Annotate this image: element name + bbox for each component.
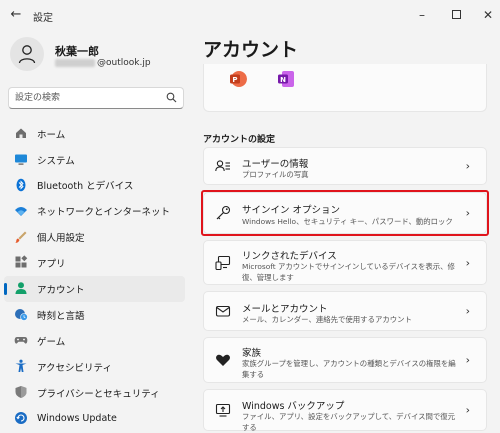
card-sign-in-options[interactable]: サインイン オプション Windows Hello、セキュリティ キー、パスワー… (203, 192, 487, 234)
sidebar-item-network[interactable]: ネットワークとインターネット (4, 199, 185, 224)
sidebar-item-label: ネットワークとインターネット (37, 207, 171, 219)
sidebar-item-label: ゲーム (37, 336, 66, 348)
monitor-icon (15, 154, 27, 165)
sidebar-item-accessibility[interactable]: アクセシビリティ (4, 354, 185, 379)
avatar[interactable] (10, 37, 44, 71)
sidebar-item-privacy[interactable]: プライバシーとセキュリティ (4, 380, 185, 405)
sidebar-item-label: アカウント (37, 285, 85, 297)
devices-icon (215, 255, 231, 270)
card-subtitle: Microsoft アカウントでサインインしているデバイスを表示、修復、管理しま… (242, 262, 455, 282)
sidebar-nav: ホーム システム Bluetooth とデバイス ネットワークとインターネット (4, 121, 185, 432)
card-subtitle: Windows Hello、セキュリティ キー、パスワード、動的ロック (242, 217, 453, 226)
minimize-icon[interactable]: – (412, 5, 432, 25)
user-name: 秋葉一郎 (55, 45, 99, 58)
heart-icon (216, 354, 230, 366)
sidebar-item-home[interactable]: ホーム (4, 121, 185, 146)
home-icon (16, 128, 26, 138)
sidebar-item-bluetooth[interactable]: Bluetooth とデバイス (4, 173, 185, 198)
card-title: 家族 (242, 348, 262, 359)
sidebar-item-label: アプリ (37, 259, 66, 271)
chevron-right-icon: › (465, 403, 470, 417)
card-your-info[interactable]: ユーザーの情報 プロファイルの写真 › (203, 147, 487, 185)
sidebar-item-apps[interactable]: アプリ (4, 250, 185, 275)
clock-globe-icon (15, 309, 28, 322)
sidebar-item-label: アクセシビリティ (37, 362, 112, 374)
card-subtitle: プロファイルの写真 (242, 170, 309, 179)
microsoft-apps-card: P N (203, 64, 487, 112)
card-subtitle: 家族グループを管理し、アカウントの種類とデバイスの権限を編集する (242, 359, 456, 379)
maximize-icon[interactable] (446, 5, 466, 25)
card-email-accounts[interactable]: メールとアカウント メール、カレンダー、連絡先で使用するアカウント › (203, 291, 487, 331)
close-icon[interactable]: ✕ (478, 5, 498, 25)
sidebar-item-label: Bluetooth とデバイス (37, 181, 134, 193)
sidebar-item-label: システム (37, 155, 75, 167)
sidebar-item-accounts[interactable]: アカウント (4, 276, 185, 302)
redacted-email-prefix (55, 59, 95, 67)
bluetooth-icon (16, 178, 26, 191)
person-card-icon (215, 160, 230, 172)
sidebar-item-system[interactable]: システム (4, 147, 185, 172)
search-input[interactable] (15, 91, 165, 105)
backup-icon (215, 403, 231, 417)
settings-window: ← 設定 – ✕ 秋葉一郎 @outlook.jp ホー (0, 0, 500, 432)
chevron-right-icon: › (465, 353, 470, 367)
wifi-icon (15, 206, 27, 216)
search-box[interactable] (8, 87, 184, 109)
apps-icon (15, 255, 28, 268)
email-suffix: @outlook.jp (97, 58, 151, 68)
section-title: アカウントの設定 (203, 135, 276, 145)
card-linked-devices[interactable]: リンクされたデバイス Microsoft アカウントでサインインしているデバイス… (203, 240, 487, 285)
card-subtitle: メール、カレンダー、連絡先で使用するアカウント (242, 315, 412, 324)
gamepad-icon (14, 337, 28, 344)
sidebar-item-gaming[interactable]: ゲーム (4, 328, 185, 353)
svg-text:N: N (280, 76, 286, 84)
page-title: アカウント (203, 39, 299, 61)
sidebar-item-label: 個人用設定 (37, 233, 85, 245)
user-email: @outlook.jp (55, 58, 151, 68)
mail-icon (215, 305, 231, 317)
app-title: 設定 (33, 13, 53, 24)
card-title: リンクされたデバイス (242, 251, 337, 262)
brush-icon (15, 231, 27, 243)
sidebar-item-label: ホーム (37, 129, 66, 141)
card-title: メールとアカウント (242, 304, 328, 315)
account-icon (15, 282, 27, 295)
sidebar-item-windows-update[interactable]: Windows Update (4, 406, 185, 431)
sidebar-item-time-language[interactable]: 時刻と言語 (4, 302, 185, 327)
onenote-icon[interactable]: N (277, 70, 295, 88)
card-title: Windows バックアップ (242, 401, 345, 412)
svg-text:P: P (232, 76, 237, 84)
chevron-right-icon: › (465, 256, 470, 269)
sidebar-item-personalization[interactable]: 個人用設定 (4, 225, 185, 250)
search-icon (166, 92, 177, 103)
windows-update-icon (15, 411, 27, 424)
title-bar: ← 設定 – ✕ (0, 0, 500, 30)
person-icon (18, 45, 36, 64)
card-title: ユーザーの情報 (242, 159, 309, 170)
accessibility-icon (15, 359, 27, 373)
chevron-right-icon: › (465, 159, 470, 173)
sidebar-item-label: プライバシーとセキュリティ (37, 388, 160, 400)
shield-icon (15, 385, 27, 398)
card-subtitle: ファイル、アプリ、設定をバックアップして、デバイス間で復元する (242, 412, 456, 432)
chevron-right-icon: › (465, 304, 470, 318)
card-family[interactable]: 家族 家族グループを管理し、アカウントの種類とデバイスの権限を編集する › (203, 337, 487, 383)
card-title: サインイン オプション (242, 205, 341, 216)
sidebar-item-label: Windows Update (37, 412, 117, 424)
powerpoint-icon[interactable]: P (229, 70, 247, 88)
sidebar-item-label: 時刻と言語 (37, 310, 85, 322)
arrow-left-icon[interactable]: ← (8, 7, 24, 23)
key-icon (216, 205, 231, 220)
chevron-right-icon: › (465, 206, 470, 220)
